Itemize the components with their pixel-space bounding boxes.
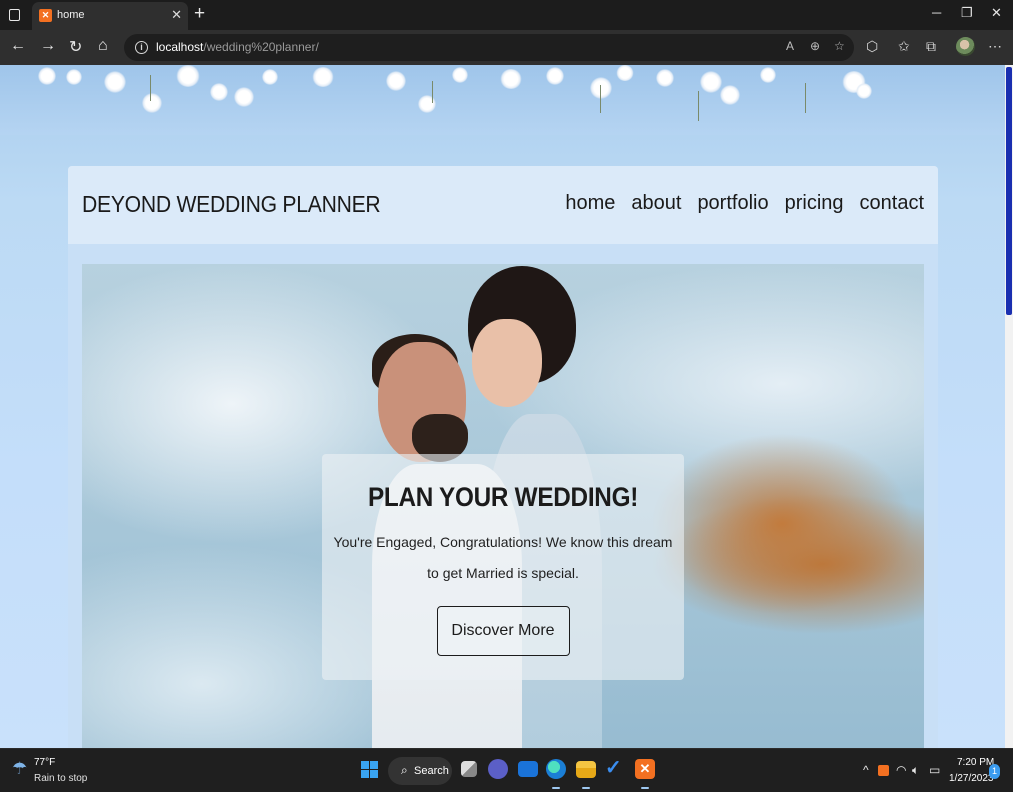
nav-pricing-link[interactable]: pricing: [785, 192, 844, 215]
start-icon[interactable]: [361, 761, 378, 778]
notification-badge[interactable]: 1: [989, 764, 1000, 779]
favorites-icon[interactable]: ✩: [898, 38, 910, 55]
site-header: DEYOND WEDDING PLANNER home about portfo…: [68, 166, 938, 244]
hero-section: PLAN YOUR WEDDING! You're Engaged, Congr…: [82, 264, 924, 748]
restore-icon[interactable]: ❐: [961, 5, 973, 21]
site-info-icon[interactable]: i: [135, 41, 148, 54]
volume-icon[interactable]: 🔈︎: [912, 763, 919, 778]
weather-temperature[interactable]: 77°F: [34, 757, 55, 768]
file-explorer-icon[interactable]: [576, 761, 596, 778]
nav-about-link[interactable]: about: [631, 192, 681, 215]
nav-contact-link[interactable]: contact: [860, 192, 924, 215]
url-text[interactable]: localhost/wedding%20planner/: [156, 40, 319, 54]
edge-icon[interactable]: [546, 759, 566, 779]
browser-tab[interactable]: ✕ home ✕: [32, 2, 188, 30]
tab-title: home: [57, 9, 85, 21]
todo-icon[interactable]: ✓: [605, 755, 625, 779]
page-scrollbar[interactable]: [1005, 65, 1013, 748]
read-aloud-icon[interactable]: A: [786, 39, 794, 53]
search-icon: ⌕: [401, 763, 408, 777]
refresh-icon[interactable]: ↻: [69, 37, 82, 57]
page-viewport: DEYOND WEDDING PLANNER home about portfo…: [0, 65, 1005, 748]
site-container: DEYOND WEDDING PLANNER home about portfo…: [68, 166, 938, 748]
extensions-icon[interactable]: ⬡: [866, 38, 878, 55]
xampp-icon[interactable]: ✕: [635, 759, 655, 779]
teams-icon[interactable]: [488, 759, 508, 779]
browser-tab-bar: ✕ home ✕ + ─ ❐ ✕: [0, 0, 1013, 30]
site-logo-text[interactable]: DEYOND WEDDING PLANNER: [82, 191, 381, 218]
main-nav: home about portfolio pricing contact: [565, 192, 924, 215]
flower-banner-image: [0, 65, 1005, 135]
profile-avatar[interactable]: [956, 37, 975, 56]
clock-date[interactable]: 1/27/2023: [949, 773, 994, 784]
back-icon[interactable]: ←: [10, 37, 26, 55]
hero-title: PLAN YOUR WEDDING!: [367, 482, 639, 512]
address-bar[interactable]: i localhost/wedding%20planner/ A ⊕ ☆: [124, 34, 854, 61]
close-window-icon[interactable]: ✕: [991, 5, 1002, 21]
forward-icon[interactable]: →: [40, 37, 56, 55]
more-icon[interactable]: ⋯: [988, 38, 1002, 55]
new-tab-button[interactable]: +: [194, 3, 205, 25]
tab-actions-icon[interactable]: [6, 6, 24, 24]
minimize-icon[interactable]: ─: [932, 5, 941, 20]
wifi-icon[interactable]: ◠: [896, 763, 906, 777]
battery-icon[interactable]: ▭: [929, 763, 940, 777]
xampp-icon: ✕: [39, 9, 52, 22]
weather-rain-icon[interactable]: ☂: [12, 759, 27, 779]
discover-more-button[interactable]: Discover More: [436, 606, 570, 656]
collections-icon[interactable]: ⧉: [926, 38, 936, 55]
mail-icon[interactable]: [518, 761, 538, 777]
task-view-icon[interactable]: [461, 761, 477, 777]
home-icon[interactable]: ⌂: [98, 37, 108, 55]
favorite-add-icon[interactable]: ☆: [834, 39, 845, 53]
nav-home-link[interactable]: home: [565, 192, 615, 215]
scrollbar-thumb[interactable]: [1006, 67, 1012, 315]
hero-overlay-box: PLAN YOUR WEDDING! You're Engaged, Congr…: [322, 454, 684, 680]
weather-condition[interactable]: Rain to stop: [34, 773, 87, 784]
xampp-tray-icon[interactable]: [878, 765, 889, 776]
close-tab-icon[interactable]: ✕: [171, 7, 182, 23]
hero-text: You're Engaged, Congratulations! We know…: [333, 534, 673, 581]
zoom-icon[interactable]: ⊕: [810, 39, 820, 53]
taskbar: ☂ 77°F Rain to stop ⌕ Search ✓ ✕ ^ ◠ 🔈︎ …: [0, 748, 1013, 792]
taskbar-search-button[interactable]: ⌕ Search: [388, 757, 452, 785]
address-toolbar: ← → ↻ ⌂ i localhost/wedding%20planner/ A…: [0, 30, 1013, 65]
show-hidden-icons-icon[interactable]: ^: [863, 763, 869, 777]
nav-portfolio-link[interactable]: portfolio: [697, 192, 768, 215]
